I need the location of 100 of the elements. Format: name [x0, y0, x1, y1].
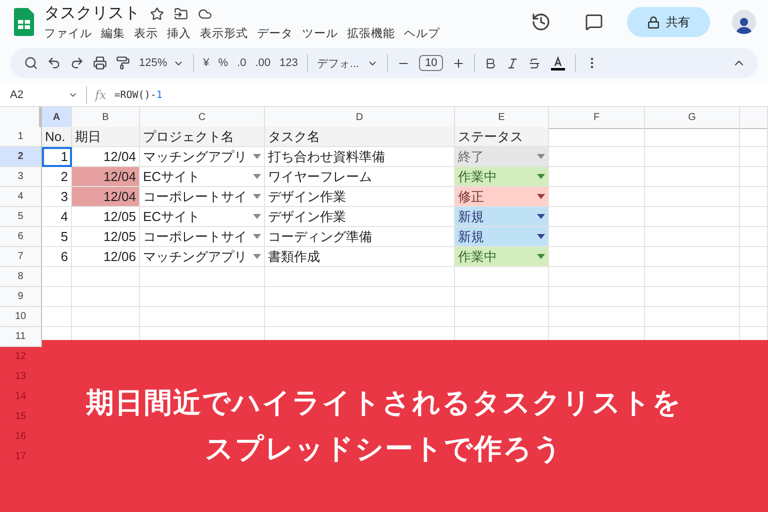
- status-chip[interactable]: 作業中: [455, 247, 549, 267]
- menu-item[interactable]: データ: [257, 26, 293, 41]
- table-cell: 5: [42, 227, 72, 247]
- number-format-button[interactable]: 123: [280, 57, 298, 69]
- table-cell: コーディング準備: [265, 227, 455, 247]
- dropdown-caret-icon[interactable]: [253, 214, 261, 219]
- table-cell: 12/04: [72, 187, 140, 207]
- text-color-icon[interactable]: [550, 55, 566, 71]
- fx-label: fx: [95, 88, 106, 102]
- formula-text[interactable]: =ROW()-1: [114, 90, 162, 100]
- avatar[interactable]: [732, 10, 756, 34]
- status-chip[interactable]: 新規: [455, 227, 549, 247]
- search-icon[interactable]: [24, 56, 38, 70]
- menu-item[interactable]: 表示形式: [200, 26, 248, 41]
- dropdown-caret-icon[interactable]: [253, 194, 261, 199]
- redo-icon[interactable]: [70, 56, 84, 70]
- dropdown-cell[interactable]: コーポレートサイ: [140, 187, 265, 207]
- dropdown-caret-icon[interactable]: [537, 174, 545, 179]
- plus-icon[interactable]: [452, 56, 466, 70]
- table-cell: 12/05: [72, 227, 140, 247]
- menu-item[interactable]: 拡張機能: [347, 26, 395, 41]
- table-header-cell: ステータス: [455, 127, 549, 147]
- row-number[interactable]: 7: [0, 247, 42, 267]
- table-cell: デザイン作業: [265, 207, 455, 227]
- name-box[interactable]: A2: [10, 89, 60, 101]
- column-header[interactable]: G: [645, 107, 740, 129]
- table-cell: 4: [42, 207, 72, 227]
- menu-item[interactable]: ファイル: [44, 26, 92, 41]
- row-number[interactable]: 8: [0, 267, 42, 287]
- dropdown-caret-icon[interactable]: [253, 154, 261, 159]
- row-number[interactable]: 9: [0, 287, 42, 307]
- menu-item[interactable]: 挿入: [167, 26, 191, 41]
- menu-item[interactable]: 編集: [101, 26, 125, 41]
- undo-icon[interactable]: [47, 56, 61, 70]
- column-header[interactable]: B: [72, 107, 140, 129]
- column-header[interactable]: E: [455, 107, 549, 129]
- dropdown-caret-icon[interactable]: [253, 254, 261, 259]
- menu-item[interactable]: 表示: [134, 26, 158, 41]
- table-header-cell: 期日: [72, 127, 140, 147]
- row-number[interactable]: 1: [0, 127, 42, 147]
- dropdown-caret-icon[interactable]: [537, 214, 545, 219]
- percent-button[interactable]: %: [218, 57, 228, 69]
- share-button[interactable]: 共有: [627, 7, 710, 37]
- comment-icon[interactable]: [585, 13, 603, 31]
- table-header-cell: プロジェクト名: [140, 127, 265, 147]
- column-header[interactable]: D: [265, 107, 455, 129]
- star-icon[interactable]: [150, 6, 164, 20]
- row-number[interactable]: 11: [0, 327, 42, 347]
- dropdown-caret-icon[interactable]: [253, 234, 261, 239]
- status-chip[interactable]: 作業中: [455, 167, 549, 187]
- increase-decimal-button[interactable]: .00: [255, 57, 271, 69]
- table-cell: 打ち合わせ資料準備: [265, 147, 455, 167]
- menu-item[interactable]: ツール: [302, 26, 338, 41]
- folder-icon[interactable]: [174, 6, 188, 20]
- dropdown-caret-icon[interactable]: [537, 234, 545, 239]
- table-cell: 1: [42, 147, 72, 167]
- paint-roller-icon[interactable]: [116, 56, 130, 70]
- dropdown-caret-icon[interactable]: [537, 254, 545, 259]
- row-number[interactable]: 4: [0, 187, 42, 207]
- dropdown-cell[interactable]: ECサイト: [140, 167, 265, 187]
- document-title[interactable]: タスクリスト: [44, 3, 140, 24]
- print-icon[interactable]: [93, 56, 107, 70]
- empty-cell: [72, 267, 140, 287]
- history-icon[interactable]: [531, 12, 551, 32]
- dropdown-cell[interactable]: コーポレートサイ: [140, 227, 265, 247]
- status-chip[interactable]: 修正: [455, 187, 549, 207]
- strikethrough-icon[interactable]: [528, 56, 542, 70]
- dropdown-cell[interactable]: ECサイト: [140, 207, 265, 227]
- column-header[interactable]: C: [140, 107, 265, 129]
- column-header[interactable]: F: [549, 107, 645, 129]
- status-chip[interactable]: 新規: [455, 207, 549, 227]
- italic-icon[interactable]: [506, 56, 520, 70]
- table-cell: 12/04: [72, 147, 140, 167]
- sheets-logo-icon[interactable]: [14, 8, 34, 36]
- currency-button[interactable]: ¥: [203, 57, 210, 69]
- decrease-decimal-button[interactable]: .0: [237, 57, 246, 69]
- row-number[interactable]: 6: [0, 227, 42, 247]
- table-cell: デザイン作業: [265, 187, 455, 207]
- font-dropdown[interactable]: デフォ...: [316, 56, 378, 70]
- row-number[interactable]: 2: [0, 147, 42, 167]
- dropdown-caret-icon[interactable]: [537, 194, 545, 199]
- table-cell: 3: [42, 187, 72, 207]
- menu-item[interactable]: ヘルプ: [404, 26, 440, 41]
- row-number[interactable]: 3: [0, 167, 42, 187]
- table-cell: 12/04: [72, 167, 140, 187]
- lock-icon: [647, 16, 660, 28]
- column-header[interactable]: A: [42, 107, 72, 129]
- dropdown-cell[interactable]: マッチングアプリ: [140, 247, 265, 267]
- row-number[interactable]: 5: [0, 207, 42, 227]
- bold-icon[interactable]: [484, 56, 498, 70]
- dropdown-cell[interactable]: マッチングアプリ: [140, 147, 265, 167]
- cloud-icon[interactable]: [198, 6, 212, 20]
- row-number[interactable]: 10: [0, 307, 42, 327]
- font-size-field[interactable]: 10: [419, 55, 444, 71]
- zoom-dropdown[interactable]: 125%: [139, 57, 184, 69]
- table-header-cell: タスク名: [265, 127, 455, 147]
- table-cell: 12/05: [72, 207, 140, 227]
- dropdown-caret-icon[interactable]: [253, 174, 261, 179]
- status-chip[interactable]: 終了: [455, 147, 549, 167]
- empty-cell: [72, 287, 140, 307]
